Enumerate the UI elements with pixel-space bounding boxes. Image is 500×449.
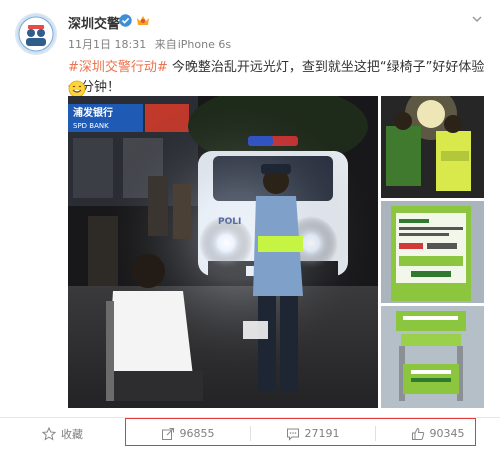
post-meta: 11月1日 18:31 来自iPhone 6s (68, 36, 236, 52)
post-text: #深圳交警行动# 今晚整治乱开远光灯，查到就坐这把“绿椅子”好好体验一分钟！ (68, 58, 488, 98)
star-icon (42, 426, 56, 441)
photo-thumb-1[interactable] (381, 96, 484, 198)
photo-main[interactable]: 浦发银行 SPD BANK POLI (68, 96, 378, 408)
highlight-annotation-box (125, 418, 476, 446)
verified-icon (119, 14, 132, 27)
post-date[interactable]: 11月1日 18:31 (68, 38, 146, 51)
photo-thumb-3[interactable] (381, 306, 484, 408)
chevron-down-icon[interactable] (468, 10, 486, 28)
avatar[interactable] (15, 13, 57, 55)
hashtag-link[interactable]: #深圳交警行动# (68, 60, 168, 75)
favorite-label: 收藏 (61, 427, 83, 441)
weibo-post-card: 深圳交警 11月1日 18:31 来自iPhone 6s #深圳交警行动# 今晚… (0, 0, 500, 449)
photo-thumb-2[interactable] (381, 201, 484, 303)
source-prefix: 来自 (154, 38, 177, 51)
vip-crown-icon (137, 16, 149, 25)
favorite-button[interactable]: 收藏 (0, 418, 125, 449)
source-device: iPhone 6s (177, 38, 232, 51)
author-name[interactable]: 深圳交警 (68, 13, 120, 32)
